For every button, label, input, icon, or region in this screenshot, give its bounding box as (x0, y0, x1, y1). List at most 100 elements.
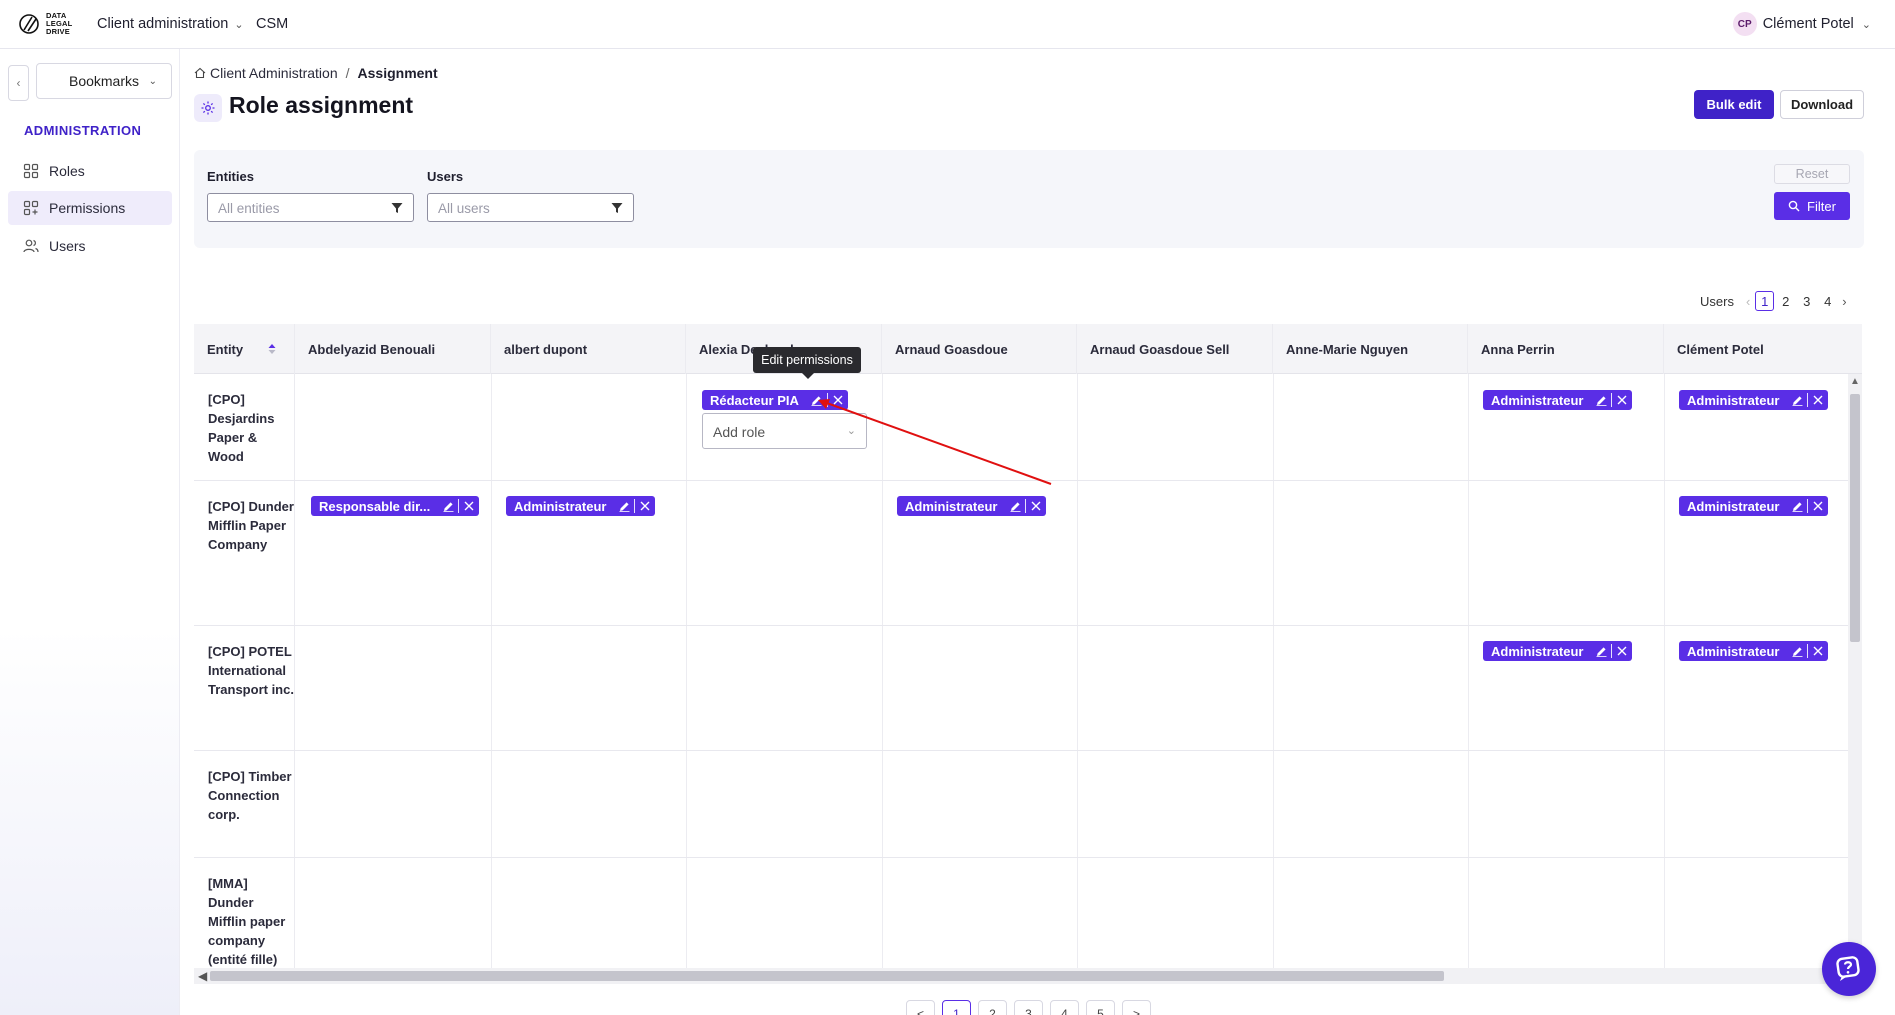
pencil-icon[interactable] (1591, 390, 1611, 410)
role-chip-label: Administrateur (1491, 643, 1584, 659)
add-role-placeholder: Add role (713, 424, 766, 440)
chevron-down-icon: ⌄ (846, 425, 856, 437)
bulk-edit-button[interactable]: Bulk edit (1694, 90, 1774, 119)
logo-mark-icon (19, 14, 39, 34)
entity-cell: [CPO] POTEL International Transport inc. (194, 626, 295, 750)
grid-header: Entity Abdelyazid Benouali albert dupont… (194, 324, 1862, 374)
entities-placeholder: All entities (218, 201, 280, 216)
page-button[interactable]: 5 (1086, 1000, 1115, 1015)
role-chip[interactable]: Administrateur (1679, 641, 1829, 661)
page-button[interactable]: 1 (1755, 291, 1775, 311)
close-icon[interactable] (1808, 496, 1828, 516)
filter-button[interactable]: Filter (1774, 192, 1850, 220)
entity-cell: [MMA] Dunder Mifflin paper company (enti… (194, 858, 295, 970)
users-icon (23, 239, 39, 253)
pencil-icon[interactable] (1787, 496, 1807, 516)
role-chip[interactable]: Administrateur (1679, 496, 1829, 516)
role-chip[interactable]: Responsable dir... (311, 496, 480, 516)
close-icon[interactable] (1808, 641, 1828, 661)
close-icon[interactable] (1808, 390, 1828, 410)
role-chip[interactable]: Administrateur (506, 496, 656, 516)
bottom-pagination: < 1 2 3 4 5 > (906, 1000, 1158, 1015)
close-icon[interactable] (1612, 390, 1632, 410)
pencil-icon[interactable] (1787, 390, 1807, 410)
prev-page-button[interactable]: < (906, 1000, 935, 1015)
search-icon (1788, 200, 1800, 212)
horizontal-scrollbar-thumb[interactable] (210, 971, 1444, 981)
chevron-left-icon: ‹ (16, 76, 21, 90)
sidebar-item-permissions[interactable]: Permissions (8, 191, 172, 225)
role-chip[interactable]: Rédacteur PIA (702, 390, 848, 410)
user-menu[interactable]: CP Clément Potel ⌄ (1732, 12, 1871, 36)
pencil-icon[interactable] (1005, 496, 1025, 516)
caret-up-icon[interactable]: ▲ (1850, 376, 1860, 387)
page-button[interactable]: 4 (1050, 1000, 1079, 1015)
collapse-sidebar-button[interactable]: ‹ (8, 65, 29, 101)
download-button[interactable]: Download (1780, 90, 1864, 119)
next-page-button[interactable]: > (1122, 1000, 1151, 1015)
role-chip-label: Administrateur (514, 498, 607, 514)
users-select[interactable]: All users (427, 193, 634, 222)
sidebar-item-label: Roles (49, 163, 85, 179)
user-column-header: Anne-Marie Nguyen (1273, 324, 1468, 374)
entity-header-label: Entity (207, 341, 244, 357)
close-icon[interactable] (828, 390, 848, 410)
grid-plus-icon (23, 200, 39, 216)
sidebar-item-roles[interactable]: Roles (8, 154, 172, 188)
pencil-icon[interactable] (1787, 641, 1807, 661)
app-logo[interactable]: DATA LEGAL DRIVE (18, 10, 73, 40)
add-role-select[interactable]: Add role ⌄ (702, 413, 867, 449)
help-chat-button[interactable] (1822, 942, 1876, 996)
pencil-icon[interactable] (438, 496, 458, 516)
role-chip[interactable]: Administrateur (1483, 390, 1633, 410)
breadcrumb-separator: / (345, 65, 350, 81)
horizontal-scrollbar[interactable]: ◀ (194, 968, 1848, 984)
chevron-left-icon[interactable]: ‹ (1746, 294, 1750, 309)
breadcrumb-root-link[interactable]: Client Administration (210, 65, 338, 81)
bookmarks-dropdown[interactable]: Bookmarks ⌄ (36, 63, 172, 99)
logo-text: DATA LEGAL DRIVE (46, 11, 73, 36)
nav-client-administration[interactable]: Client administration ⌄ (97, 16, 244, 32)
vertical-scrollbar[interactable]: ▲ (1848, 374, 1862, 970)
users-pagination-label: Users (1700, 293, 1734, 309)
close-icon[interactable] (635, 496, 655, 516)
page-button[interactable]: 2 (1776, 291, 1795, 311)
home-icon (194, 67, 206, 79)
page-button[interactable]: 3 (1014, 1000, 1043, 1015)
close-icon[interactable] (1026, 496, 1046, 516)
nav-csm[interactable]: CSM (256, 16, 288, 32)
page-button[interactable]: 1 (942, 1000, 971, 1015)
tooltip-arrow (802, 373, 814, 379)
page-button[interactable]: 3 (1797, 291, 1816, 311)
chevron-right-icon[interactable]: › (1842, 294, 1846, 309)
entity-cell: [CPO] Desjardins Paper & Wood (194, 374, 295, 480)
vertical-scrollbar-thumb[interactable] (1850, 394, 1860, 642)
sidebar-item-users[interactable]: Users (8, 229, 172, 263)
close-icon[interactable] (1612, 641, 1632, 661)
gear-icon (201, 101, 215, 115)
entity-column-header[interactable]: Entity (194, 324, 295, 374)
filter-panel: Entities All entities Users All users Re… (194, 150, 1864, 248)
role-chip-label: Administrateur (1687, 498, 1780, 514)
entities-label: Entities (207, 169, 254, 184)
breadcrumb: Client Administration / Assignment (194, 65, 438, 81)
page-button[interactable]: 2 (978, 1000, 1007, 1015)
pencil-icon[interactable] (1591, 641, 1611, 661)
chevron-down-icon: ⌄ (148, 75, 157, 87)
sort-icon[interactable] (268, 343, 276, 355)
users-pagination: Users ‹ 1 2 3 4 › (1700, 291, 1851, 311)
bookmarks-label: Bookmarks (68, 73, 140, 89)
sidebar: ‹ Bookmarks ⌄ ADMINISTRATION Roles Permi… (0, 49, 180, 1015)
pencil-icon[interactable] (614, 496, 634, 516)
role-chip[interactable]: Administrateur (1483, 641, 1633, 661)
role-chip[interactable]: Administrateur (1679, 390, 1829, 410)
caret-left-icon[interactable]: ◀ (198, 969, 207, 983)
user-column-header: Abdelyazid Benouali (295, 324, 491, 374)
close-icon[interactable] (459, 496, 479, 516)
reset-button[interactable]: Reset (1774, 164, 1850, 184)
user-column-header: albert dupont (491, 324, 686, 374)
entities-select[interactable]: All entities (207, 193, 414, 222)
pencil-icon[interactable] (807, 390, 827, 410)
role-chip[interactable]: Administrateur (897, 496, 1047, 516)
page-button[interactable]: 4 (1818, 291, 1837, 311)
